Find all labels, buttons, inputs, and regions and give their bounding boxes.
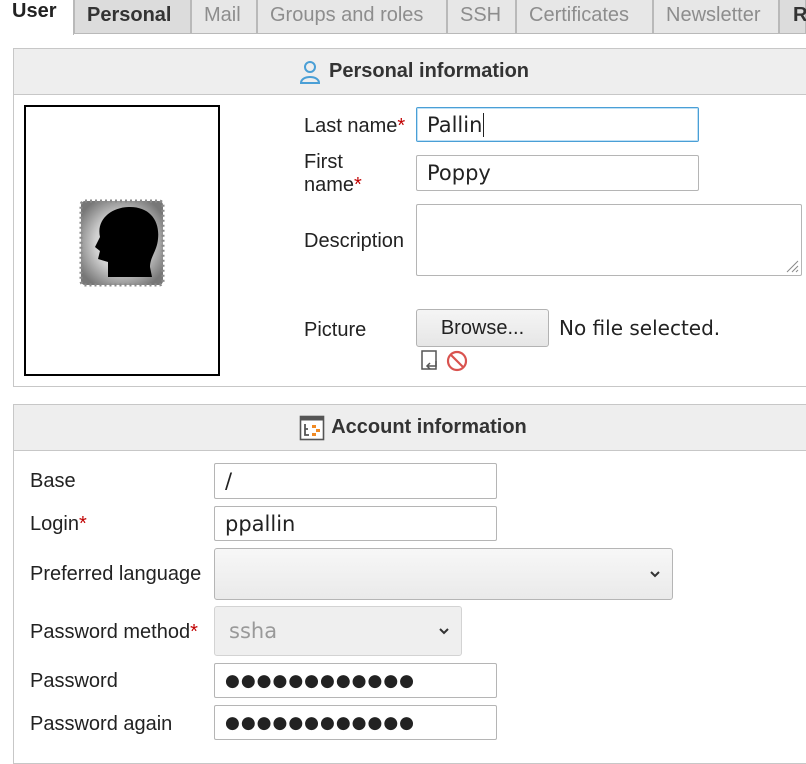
last-name-label: Last name* — [304, 115, 406, 137]
tab-more[interactable]: R — [779, 0, 806, 34]
login-label: Login* — [30, 513, 87, 535]
file-status-text: No file selected. — [559, 316, 721, 340]
tab-newsletter[interactable]: Newsletter — [653, 0, 779, 34]
tab-ssh[interactable]: SSH — [447, 0, 516, 34]
tab-user[interactable]: User — [0, 0, 74, 35]
tab-mail[interactable]: Mail — [191, 0, 257, 34]
user-photo — [24, 105, 220, 376]
chevron-down-icon — [439, 628, 449, 635]
login-input[interactable]: ppallin — [214, 506, 497, 541]
tab-groups-and-roles[interactable]: Groups and roles — [257, 0, 447, 34]
preferred-language-label: Preferred language — [30, 563, 202, 585]
personal-information-header: Personal information — [14, 49, 806, 95]
default-avatar-icon — [79, 199, 165, 287]
text-cursor — [483, 112, 485, 137]
tab-bar: User Personal Mail Groups and roles SSH … — [0, 0, 806, 35]
password-label: Password — [30, 670, 118, 692]
password-again-input[interactable]: ●●●●●●●●●●●● — [214, 705, 497, 740]
base-input[interactable]: / — [214, 463, 497, 499]
chevron-down-icon — [650, 571, 660, 578]
tab-certificates[interactable]: Certificates — [516, 0, 653, 34]
picture-label: Picture — [304, 319, 367, 341]
account-information-header: Account information — [14, 405, 806, 451]
upload-icon[interactable] — [419, 349, 441, 378]
account-icon — [299, 415, 325, 441]
first-name-input[interactable]: Poppy — [416, 155, 699, 191]
remove-icon[interactable] — [445, 349, 469, 378]
person-icon — [297, 59, 323, 85]
preferred-language-select[interactable] — [214, 548, 673, 600]
description-textarea[interactable] — [416, 204, 802, 276]
resize-handle-icon[interactable] — [785, 259, 799, 273]
password-method-label: Password method* — [30, 621, 198, 643]
browse-button[interactable]: Browse... — [416, 309, 549, 347]
account-information-title: Account information — [331, 416, 527, 438]
first-name-label: First name* — [304, 151, 362, 196]
last-name-input[interactable]: Pallin — [416, 107, 699, 142]
description-label: Description — [304, 230, 405, 252]
password-again-label: Password again — [30, 713, 173, 735]
password-method-select: ssha — [214, 606, 462, 656]
base-label: Base — [30, 470, 76, 492]
tab-personal[interactable]: Personal — [74, 0, 191, 34]
personal-information-title: Personal information — [328, 60, 530, 82]
password-input[interactable]: ●●●●●●●●●●●● — [214, 663, 497, 698]
